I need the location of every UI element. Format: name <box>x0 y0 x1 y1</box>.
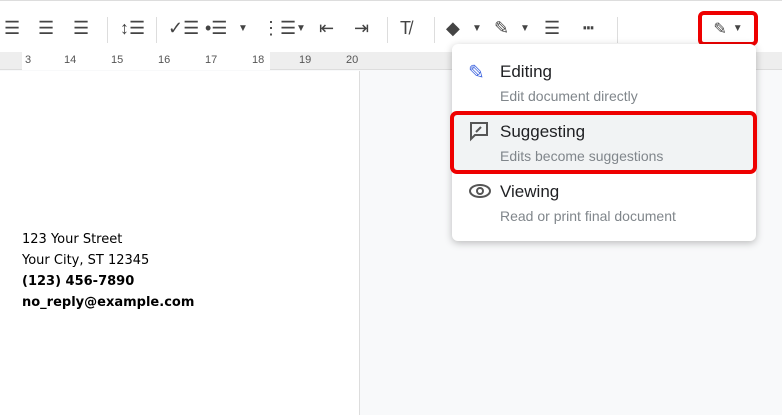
document-page[interactable]: 123 Your Street Your City, ST 12345 (123… <box>0 71 360 415</box>
ruler-label: 16 <box>158 54 171 66</box>
ruler-label: 18 <box>252 54 265 66</box>
address-line: 123 Your Street <box>22 232 123 247</box>
item-title: Viewing <box>500 182 560 201</box>
menu-item-suggesting[interactable]: Suggesting Edits become suggestions <box>452 104 756 164</box>
ruler-label: 3 <box>25 54 32 66</box>
ruler-label: 17 <box>205 54 218 66</box>
align-justify-icon[interactable]: ☰ <box>73 15 89 41</box>
item-title: Suggesting <box>500 122 586 141</box>
fill-caret-icon[interactable]: ▼ <box>472 23 482 34</box>
border-caret-icon[interactable]: ▼ <box>520 23 530 34</box>
increase-indent-icon[interactable]: ⇥ <box>354 15 369 41</box>
decrease-indent-icon[interactable]: ⇤ <box>319 15 334 41</box>
eye-icon <box>468 180 491 202</box>
item-subtitle: Edits become suggestions <box>500 148 664 164</box>
phone-line: (123) 456-7890 <box>22 274 135 289</box>
border-dash-icon[interactable]: ┅ <box>583 15 594 41</box>
suggest-icon <box>468 120 490 142</box>
mode-menu-overlay: Suggesting Edits become suggestions View… <box>452 44 756 241</box>
editing-mode-button[interactable]: ✎ ▼ <box>698 11 758 46</box>
align-center-icon[interactable]: ☰ <box>4 15 20 41</box>
ruler-label: 20 <box>346 54 359 66</box>
clear-formatting-icon[interactable]: T̸ <box>400 15 411 41</box>
border-width-icon[interactable]: ☰ <box>544 15 560 41</box>
align-right-icon[interactable]: ☰ <box>38 15 54 41</box>
checklist-icon[interactable]: ✓☰ <box>168 15 199 41</box>
email-line: no_reply@example.com <box>22 295 195 310</box>
bulleted-list-icon[interactable]: •☰ <box>205 15 227 41</box>
bullet-caret-icon[interactable]: ▼ <box>238 23 248 34</box>
ruler-label: 14 <box>64 54 77 66</box>
border-color-icon[interactable]: ✎ <box>494 15 509 41</box>
fill-color-icon[interactable]: ◆ <box>446 15 460 41</box>
number-caret-icon[interactable]: ▼ <box>296 23 306 34</box>
address-line: Your City, ST 12345 <box>22 253 150 268</box>
numbered-list-icon[interactable]: ⋮☰ <box>262 15 296 41</box>
pencil-icon: ✎ <box>713 20 727 38</box>
item-subtitle: Read or print final document <box>500 208 676 224</box>
ruler-label: 15 <box>111 54 124 66</box>
line-spacing-icon[interactable]: ↕☰ <box>120 15 145 41</box>
ruler-label: 19 <box>299 54 312 66</box>
caret-down-icon: ▼ <box>732 23 743 34</box>
menu-item-viewing[interactable]: Viewing Read or print final document <box>452 164 756 224</box>
